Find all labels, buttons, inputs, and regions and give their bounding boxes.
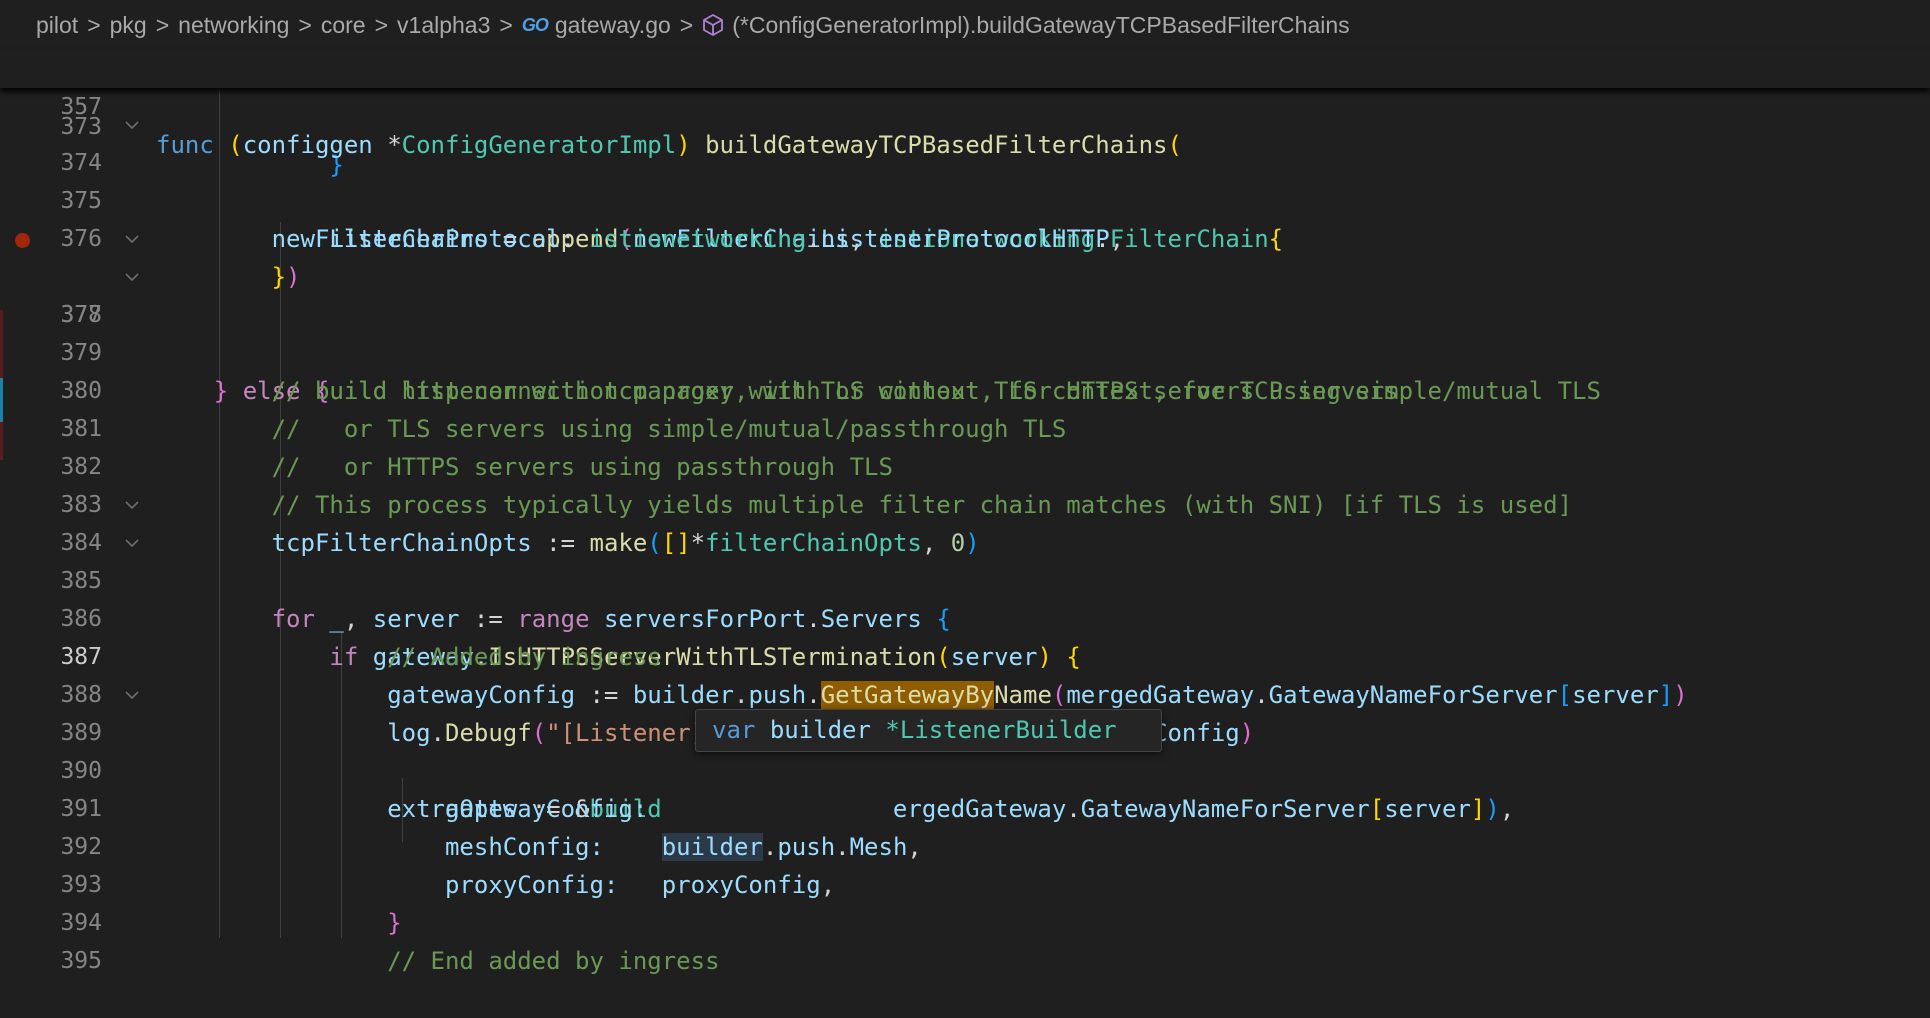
breadcrumb-file[interactable]: gateway.go	[555, 12, 671, 39]
hover-keyword: var	[712, 716, 755, 744]
code-line[interactable]: 382 // This process typically yields mul…	[0, 410, 1930, 448]
chevron-right-icon: >	[87, 12, 100, 39]
breadcrumb-item-pilot[interactable]: pilot	[36, 12, 78, 39]
token: ConfigGeneratorImpl	[402, 131, 677, 159]
code-line[interactable]: 391 meshConfig: builder.push.Mesh,	[0, 752, 1930, 790]
chevron-down-icon[interactable]	[124, 536, 140, 550]
chevron-down-icon[interactable]	[124, 498, 140, 512]
token: buildGatewayTCPBasedFilterChains	[705, 131, 1167, 159]
code-line[interactable]: 379 // build listener with tcp proxy, wi…	[0, 296, 1930, 334]
token: configgen	[243, 131, 373, 159]
method-cube-icon	[702, 13, 724, 43]
breadcrumb-item-networking[interactable]: networking	[178, 12, 289, 39]
current-code-line[interactable]: 387 gatewayConfig := builder.push.GetGat…	[0, 600, 1930, 638]
chevron-right-icon: >	[499, 12, 512, 39]
code-line[interactable]: 394 // End added by ingress	[0, 866, 1930, 904]
hover-symbol-type: *ListenerBuilder	[885, 716, 1116, 744]
code-line[interactable]: 381 // or HTTPS servers using passthroug…	[0, 372, 1930, 410]
line-number: 395	[0, 942, 102, 980]
code-line[interactable]: 385 if gateway.IsHTTPSServerWithTLSTermi…	[0, 524, 1930, 562]
code-line[interactable]: 392 proxyConfig: proxyConfig,	[0, 790, 1930, 828]
code-line[interactable]: 376 })	[0, 182, 1930, 220]
line-number: 357	[0, 88, 102, 126]
breadcrumb-item-v1alpha3[interactable]: v1alpha3	[397, 12, 490, 39]
code-line[interactable]: 378 // build http connection manager wit…	[0, 258, 1930, 296]
code-line[interactable]: 380 // or TLS servers using simple/mutua…	[0, 334, 1930, 372]
code-line[interactable]: 388 log.Debugf("[Listener] Get gatewayCo…	[0, 638, 1930, 676]
code-comment: // End added by ingress	[387, 947, 719, 975]
code-editor[interactable]: 357 func (configgen *ConfigGeneratorImpl…	[0, 50, 1930, 938]
code-line[interactable]: 386 // Added by ingress	[0, 562, 1930, 600]
chevron-right-icon: >	[156, 12, 169, 39]
breadcrumb-symbol[interactable]: (*ConfigGeneratorImpl).buildGatewayTCPBa…	[732, 12, 1349, 39]
code-line[interactable]: 393 }	[0, 828, 1930, 866]
code-line[interactable]: 383 tcpFilterChainOpts := make([]*filter…	[0, 448, 1930, 486]
breadcrumb: pilot> pkg> networking> core> v1alpha3> …	[0, 0, 1930, 50]
hover-symbol-name: builder	[770, 716, 871, 744]
breadcrumb-item-core[interactable]: core	[321, 12, 366, 39]
breakpoint-icon[interactable]	[15, 233, 30, 248]
chevron-right-icon: >	[375, 12, 388, 39]
chevron-down-icon[interactable]	[124, 232, 140, 246]
hover-tooltip: var builder *ListenerBuilder	[695, 709, 1162, 752]
chevron-right-icon: >	[298, 12, 311, 39]
token: func	[156, 131, 214, 159]
chevron-down-icon[interactable]	[124, 270, 140, 284]
breadcrumb-item-pkg[interactable]: pkg	[110, 12, 147, 39]
chevron-right-icon: >	[680, 12, 693, 39]
chevron-down-icon[interactable]	[124, 118, 140, 132]
chevron-down-icon[interactable]	[124, 688, 140, 702]
sticky-scroll-line[interactable]: 357 func (configgen *ConfigGeneratorImpl…	[0, 50, 1930, 88]
code-line[interactable]: 377 } else {	[0, 220, 1930, 258]
code-line[interactable]: 395	[0, 904, 1930, 942]
go-file-icon: GO	[522, 15, 548, 36]
code-line[interactable]: 384 for _, server := range serversForPor…	[0, 486, 1930, 524]
